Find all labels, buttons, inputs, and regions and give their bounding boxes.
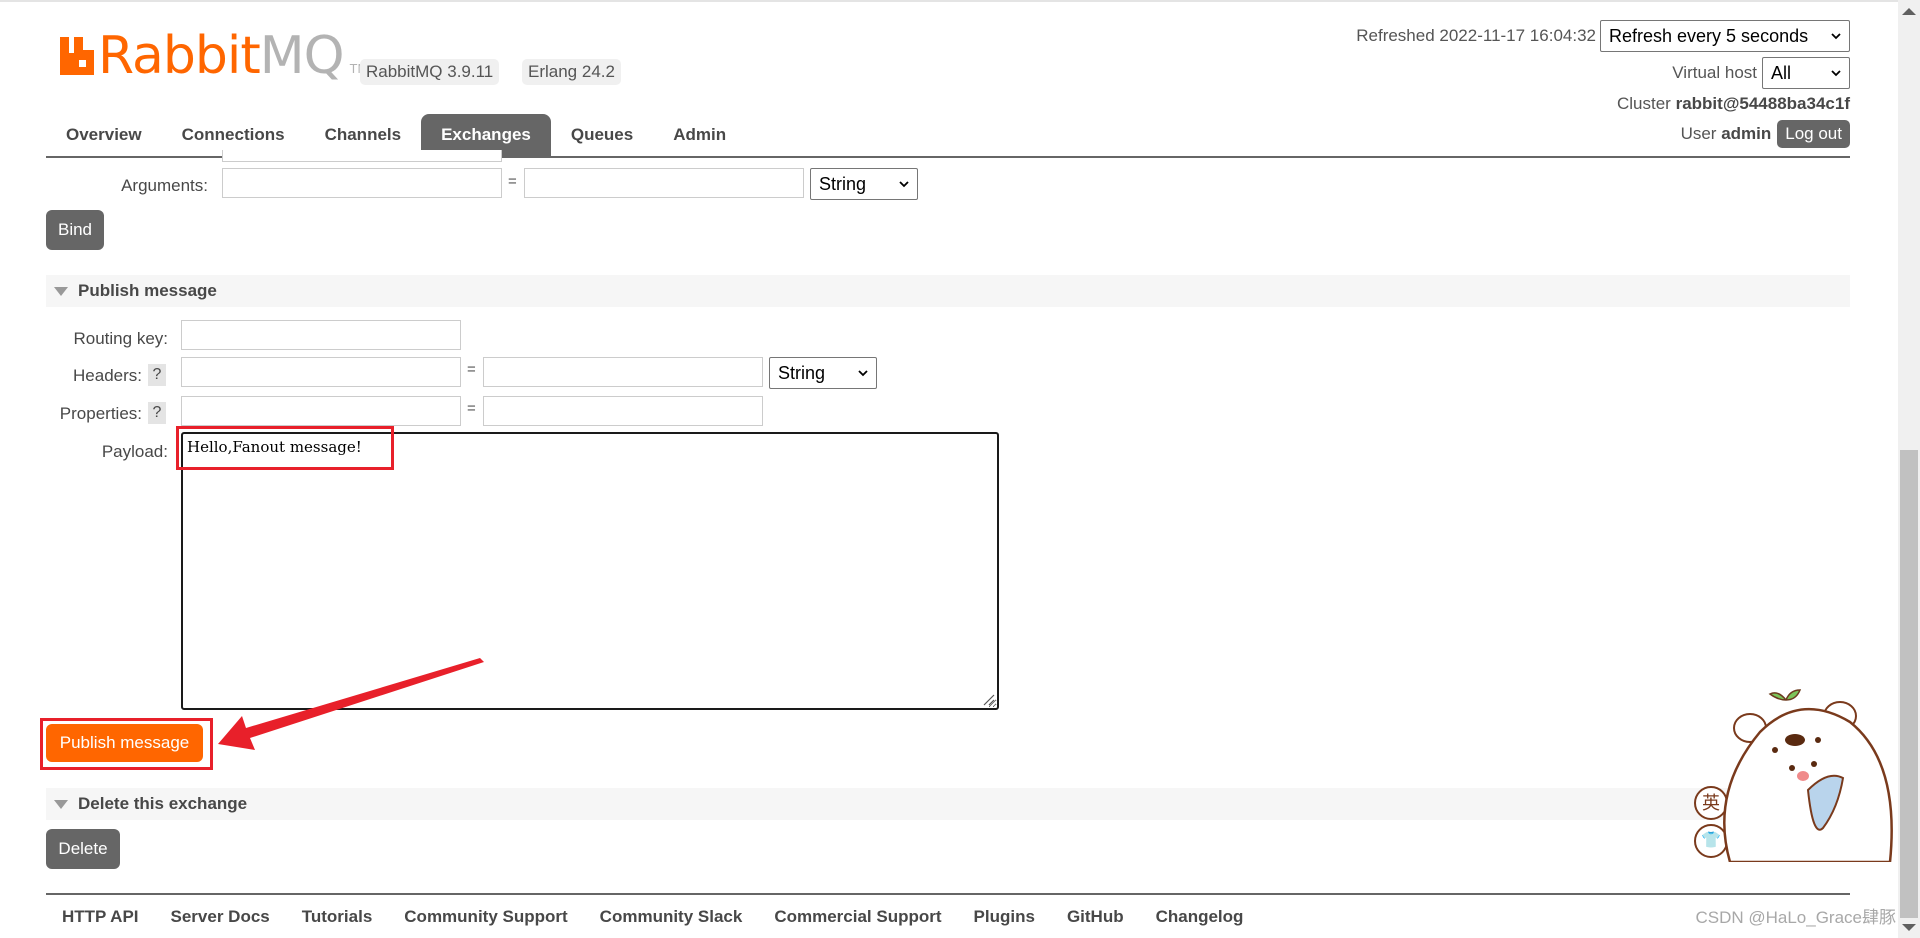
collapse-triangle-icon [54,799,68,809]
footer-link-github[interactable]: GitHub [1067,904,1124,930]
routing-key-label: Routing key: [73,329,169,348]
arguments-key-input[interactable] [222,168,502,198]
chevron-down-icon [899,181,909,188]
arguments-type-select[interactable]: String [810,168,918,200]
scrollbar-thumb[interactable] [1900,450,1918,918]
publish-message-title: Publish message [78,281,217,300]
logout-button[interactable]: Log out [1777,120,1850,148]
cluster-info: Cluster rabbit@54488ba34c1f [1617,92,1850,116]
publish-message-section-header[interactable]: Publish message [46,275,1850,307]
equals-sign: = [508,173,517,190]
user-name: admin [1721,124,1772,143]
resize-grip-icon[interactable] [981,692,995,706]
refreshed-timestamp: Refreshed 2022-11-17 16:04:32 [1356,26,1596,45]
virtual-host-value: All [1771,62,1792,83]
scroll-up-arrow-icon[interactable] [1902,8,1916,15]
binding-routing-key-input[interactable] [222,150,502,162]
properties-key-input[interactable] [181,396,461,426]
scroll-down-arrow-icon[interactable] [1902,924,1916,931]
headers-value-input[interactable] [483,357,763,387]
erlang-version-badge: Erlang 24.2 [522,59,621,85]
headers-type-select[interactable]: String [769,357,877,389]
rabbitmq-version-badge: RabbitMQ 3.9.11 [360,59,500,85]
chevron-down-icon [858,370,868,377]
arguments-value-input[interactable] [524,168,804,198]
arguments-type-value: String [819,173,867,194]
delete-exchange-title: Delete this exchange [78,794,248,813]
csdn-watermark: CSDN @HaLo_Grace肆豚 [1695,908,1896,927]
delete-button[interactable]: Delete [46,829,120,869]
equals-sign: = [467,400,476,417]
footer-links: HTTP API Server Docs Tutorials Community… [62,904,1275,930]
headers-help-icon[interactable]: ? [148,364,166,386]
logo-text-rabbit: Rabbit [98,26,261,86]
footer-link-community-support[interactable]: Community Support [404,904,567,930]
footer-divider [46,893,1850,895]
refresh-interval-select[interactable]: Refresh every 5 seconds [1600,20,1850,52]
headers-key-input[interactable] [181,357,461,387]
annotation-arrow-icon [218,658,484,750]
footer-link-http-api[interactable]: HTTP API [62,904,139,930]
delete-exchange-section-header[interactable]: Delete this exchange [46,788,1850,820]
footer-link-plugins[interactable]: Plugins [974,904,1035,930]
footer-link-community-slack[interactable]: Community Slack [600,904,743,930]
user-label: User [1680,124,1717,143]
properties-value-input[interactable] [483,396,763,426]
rabbitmq-logo[interactable]: Rabbit MQ TM [60,30,368,82]
headers-label: Headers: [73,366,142,385]
equals-sign: = [467,361,476,378]
bind-button[interactable]: Bind [46,210,104,250]
arguments-label: Arguments: [121,176,208,195]
chevron-down-icon [1831,70,1841,77]
tab-admin[interactable]: Admin [653,114,746,156]
virtual-host-select[interactable]: All [1762,57,1850,89]
tab-queues[interactable]: Queues [551,114,653,156]
properties-help-icon[interactable]: ? [148,402,166,424]
footer-link-tutorials[interactable]: Tutorials [302,904,373,930]
footer-link-server-docs[interactable]: Server Docs [171,904,270,930]
tab-overview[interactable]: Overview [46,114,162,156]
payload-label: Payload: [101,442,168,461]
cluster-label: Cluster [1617,94,1671,113]
collapse-triangle-icon [54,286,68,296]
headers-type-value: String [778,362,826,383]
cluster-name: rabbit@54488ba34c1f [1675,94,1850,113]
routing-key-input[interactable] [181,320,461,350]
user-info: User admin Log out [1681,120,1850,148]
bear-mascot-icon [1723,689,1893,862]
rabbitmq-logo-icon [60,37,94,75]
annotation-highlight-publish-button [40,718,213,770]
virtual-host-label: Virtual host [1672,63,1757,82]
properties-label: Properties: [59,404,142,423]
logo-text-mq: MQ [259,26,345,86]
footer-link-commercial-support[interactable]: Commercial Support [774,904,941,930]
refresh-interval-value: Refresh every 5 seconds [1609,25,1809,46]
window-top-border [0,0,1898,2]
annotation-highlight-payload [176,426,394,470]
footer-link-changelog[interactable]: Changelog [1156,904,1244,930]
chevron-down-icon [1831,33,1841,40]
